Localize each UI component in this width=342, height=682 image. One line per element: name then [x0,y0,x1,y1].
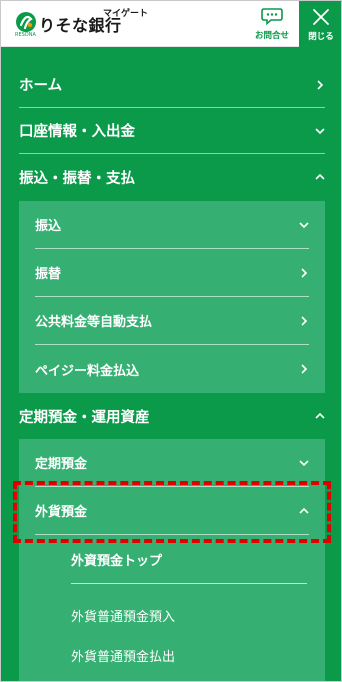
chevron-down-icon [315,127,325,134]
fx-item-withdraw[interactable]: 外貨普通預金払出 [71,635,307,675]
submenu-item-time-deposit[interactable]: 定期預金 [35,439,309,487]
app-name: マイゲート [103,9,149,19]
divider [71,583,307,584]
contact-button[interactable]: お問合せ [245,1,299,47]
resona-logo-icon [16,12,36,32]
menu-item-label: 定期預金・運用資産 [19,409,150,426]
app-frame: りそな銀行 RESONA マイゲート お問合せ 閉じる ホーム 口座情報・入出金… [0,0,342,682]
chevron-up-icon [315,412,325,419]
logo-subtext: RESONA [15,32,36,38]
submenu-item-label: 振込 [35,219,62,234]
menu-item-transfer-group[interactable]: 振込・振替・支払 [19,154,325,200]
chat-bubble-icon [261,8,283,25]
chevron-up-icon [315,173,325,180]
menu-item-label: 振込・振替・支払 [19,170,135,187]
chevron-right-icon [301,315,308,326]
menu-item-home[interactable]: ホーム [19,62,325,108]
submenu-item-utility-payment[interactable]: 公共料金等自動支払 [35,297,309,345]
submenu-item-payeasy[interactable]: ペイジー料金払込 [35,345,309,393]
menu-item-label: ホーム [19,78,63,94]
submenu-item-label: 定期預金 [35,457,88,472]
chevron-right-icon [317,79,324,90]
submenu-item-foreign-deposit[interactable]: 外貨預金 [35,487,309,535]
fx-item-top[interactable]: 外資預金トップ [71,539,307,579]
menu-item-account-info[interactable]: 口座情報・入出金 [19,108,325,154]
chevron-down-icon [299,459,309,466]
fx-item-label: 外貨普通預金払出 [71,649,176,665]
menu-item-deposit-group[interactable]: 定期預金・運用資産 [19,393,325,439]
close-button[interactable]: 閉じる [299,1,341,47]
submenu-item-account-transfer[interactable]: 振替 [35,249,309,297]
chevron-up-icon [299,507,309,514]
close-label: 閉じる [308,32,334,42]
fx-item-label: 外貨普通預金預入 [71,609,176,625]
submenu-item-label: 振替 [35,267,62,282]
transfer-submenu: 振込 振替 公共料金等自動支払 ペイジー料金払込 [19,201,325,393]
fx-item-label: 外資預金トップ [71,553,163,569]
submenu-item-label: 公共料金等自動支払 [35,315,153,330]
fx-item-deposit[interactable]: 外貨普通預金預入 [71,595,307,635]
submenu-item-label: ペイジー料金払込 [35,363,140,379]
menu-panel: ホーム 口座情報・入出金 振込・振替・支払 振込 振替 公共料金等自動支払 ペイ… [1,47,341,681]
contact-label: お問合せ [254,31,289,41]
chevron-right-icon [301,364,308,374]
close-icon [313,9,329,25]
submenu-item-label: 外貨預金 [35,505,88,520]
chevron-right-icon [301,267,308,278]
menu-item-label: 口座情報・入出金 [19,124,135,140]
submenu-item-transfer[interactable]: 振込 [35,201,309,249]
header: りそな銀行 RESONA マイゲート お問合せ 閉じる [1,1,341,47]
chevron-down-icon [299,221,309,228]
